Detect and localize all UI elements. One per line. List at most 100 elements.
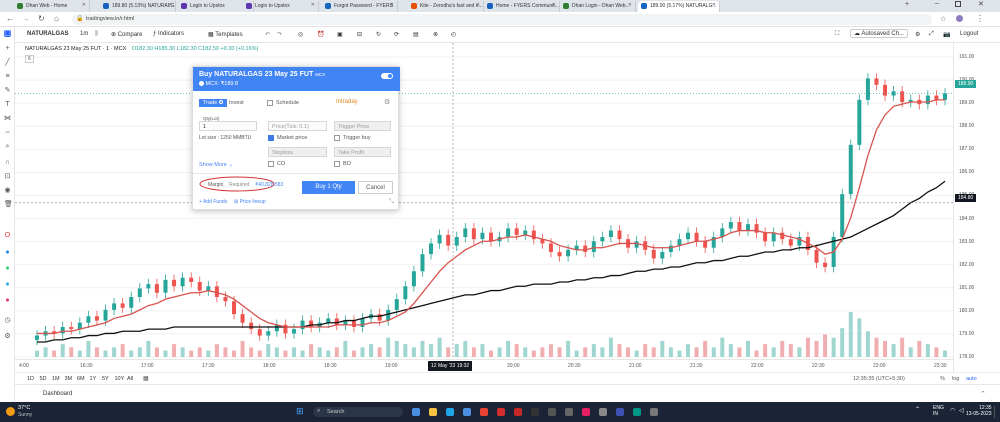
price-axis[interactable]: 191.00190.00189.00188.00187.00186.00185.…	[953, 43, 1000, 373]
profile-avatar[interactable]	[956, 15, 963, 22]
maximize-button[interactable]	[955, 1, 961, 7]
browser-tab[interactable]: Home - FYERS Communit... ✕	[484, 1, 560, 12]
telegram-icon[interactable]: ●	[4, 281, 11, 288]
tab-invest[interactable]: Invest	[229, 100, 244, 106]
app-icon[interactable]	[616, 408, 624, 416]
show-more-link[interactable]: Show More ⌄	[199, 162, 233, 168]
log-toggle[interactable]: log	[952, 376, 959, 382]
whatsapp-icon[interactable]: ●	[4, 265, 11, 272]
stoploss-input[interactable]: Stoploss	[268, 147, 327, 157]
schedule-checkbox[interactable]	[267, 100, 273, 106]
opera-icon[interactable]	[497, 408, 505, 416]
back-icon[interactable]: ←	[6, 14, 14, 23]
co-checkbox[interactable]	[268, 161, 274, 167]
trigger-buy-checkbox[interactable]	[334, 135, 340, 141]
eye-icon[interactable]: ◉	[4, 187, 11, 194]
text-tool-icon[interactable]: T	[4, 101, 11, 108]
resize-icon[interactable]: ⤡	[389, 199, 394, 206]
fullscreen-icon[interactable]: ⛶	[835, 31, 839, 38]
weather-icon[interactable]	[6, 407, 15, 416]
undo-icon[interactable]: ↶	[265, 31, 270, 38]
range-button[interactable]: 10Y	[115, 376, 125, 382]
browser-tab[interactable]: 189.90 (5.17%) NATURALG... ✕	[638, 1, 720, 12]
range-button[interactable]: 3M	[65, 376, 73, 382]
templates-button[interactable]: ▦ Templates	[208, 31, 243, 38]
star-icon[interactable]: ☆	[940, 15, 946, 23]
settings-gear-icon[interactable]: ⚙	[915, 31, 920, 38]
logout-button[interactable]: Logout	[960, 31, 978, 37]
opera-gx-icon[interactable]	[514, 408, 522, 416]
ruler-icon[interactable]: ⊟	[357, 31, 362, 38]
close-tab-icon[interactable]: ✕	[168, 2, 172, 8]
replay-icon[interactable]: ◎	[298, 31, 303, 38]
cancel-button[interactable]: Cancel	[358, 181, 393, 194]
range-button[interactable]: 1D	[27, 376, 34, 382]
app-icon[interactable]	[531, 408, 539, 416]
collapse-icon[interactable]: ⌃	[980, 390, 986, 398]
range-button[interactable]: 6M	[77, 376, 85, 382]
browser-tab[interactable]: Dhan Web - Home ✕	[14, 1, 90, 12]
lock-drawings-icon[interactable]: ⊡	[4, 173, 11, 180]
brush-icon[interactable]: ✎	[4, 87, 11, 94]
range-button[interactable]: 1Y	[90, 376, 97, 382]
range-button[interactable]: 5D	[40, 376, 47, 382]
browser-tab[interactable]: Kite - Zerodha's fast and e... ✕	[408, 1, 484, 12]
tab-trade[interactable]: Trade	[199, 99, 227, 107]
buy-button[interactable]: Buy 1 Qty	[302, 181, 355, 194]
margin-value[interactable]: ₹40,828.583	[255, 182, 283, 188]
app-icon[interactable]	[599, 408, 607, 416]
app-icon[interactable]	[548, 408, 556, 416]
order-settings-icon[interactable]: ⚙	[384, 98, 390, 106]
task-view-icon[interactable]	[412, 408, 420, 416]
range-button[interactable]: All	[127, 376, 133, 382]
show-desktop[interactable]	[994, 406, 998, 418]
volume-icon[interactable]: ◁	[959, 407, 964, 414]
menu-icon[interactable]: ⋮	[976, 14, 984, 23]
magnet-icon[interactable]: ∩	[4, 159, 11, 166]
app-icon[interactable]	[633, 408, 641, 416]
dashboard-tab[interactable]: Dashboard	[43, 391, 72, 397]
qty-input[interactable]: 1	[199, 121, 257, 131]
reload-icon[interactable]: ↻	[38, 14, 45, 23]
zoom-icon[interactable]: ⌕	[4, 143, 11, 150]
autosave-button[interactable]: ☁ Autosaved Ch...	[850, 29, 909, 38]
close-tab-icon[interactable]: ✕	[390, 2, 394, 8]
app-icon[interactable]	[650, 408, 658, 416]
browser-tab[interactable]: Login to Upstox ✕	[243, 1, 319, 12]
edge-icon[interactable]	[446, 408, 454, 416]
clock[interactable]: 12:35 13-05-2023	[966, 405, 992, 417]
indicators-button[interactable]: ƒ Indicators	[153, 31, 184, 37]
tray-chevron-icon[interactable]: ⌃	[915, 406, 920, 413]
market-price-checkbox[interactable]	[268, 135, 274, 141]
add-funds-link[interactable]: + Add Funds	[199, 199, 227, 205]
clock-icon[interactable]: ◴	[451, 31, 456, 38]
url-field[interactable]: 🔒 tradingview.in/r.html	[72, 14, 932, 25]
trigger-price-input[interactable]: Trigger Price	[334, 121, 391, 131]
expand-icon[interactable]: ⤢	[929, 31, 934, 38]
pattern-icon[interactable]: ⋈	[4, 115, 11, 122]
camera-icon[interactable]: 📷	[943, 31, 950, 38]
close-tab-icon[interactable]: ✕	[82, 2, 86, 8]
opera-icon[interactable]: O	[4, 232, 11, 239]
language-indicator[interactable]: ENG IN	[933, 405, 944, 417]
close-tab-icon[interactable]: ✕	[476, 2, 480, 8]
history-icon[interactable]: ◷	[4, 317, 11, 324]
range-button[interactable]: 1M	[52, 376, 60, 382]
percent-toggle[interactable]: %	[940, 376, 945, 382]
time-axis[interactable]: 23:30 23:00 22:30 22:00 21:30 21:00 20:30 20:00…	[15, 359, 953, 371]
close-tab-icon[interactable]: ✕	[712, 2, 716, 8]
forward-icon[interactable]: →	[22, 14, 30, 23]
close-tab-icon[interactable]: ✕	[552, 2, 556, 8]
home-icon[interactable]: ⌂	[54, 14, 59, 23]
crosshair-icon[interactable]: +	[4, 45, 11, 52]
interval-selector[interactable]: 1m	[80, 31, 88, 37]
take-profit-input[interactable]: Take Profit	[334, 147, 391, 157]
buy-sell-toggle[interactable]	[381, 73, 393, 79]
refresh-icon[interactable]: ↻	[376, 31, 381, 38]
indicator-count[interactable]: 6	[25, 55, 34, 63]
redo-icon[interactable]: ↷	[277, 31, 282, 38]
chrome-icon[interactable]	[480, 408, 488, 416]
new-tab-button[interactable]: +	[905, 1, 909, 8]
trendline-icon[interactable]: ╱	[4, 59, 11, 66]
fib-icon[interactable]: ≡	[4, 73, 11, 80]
